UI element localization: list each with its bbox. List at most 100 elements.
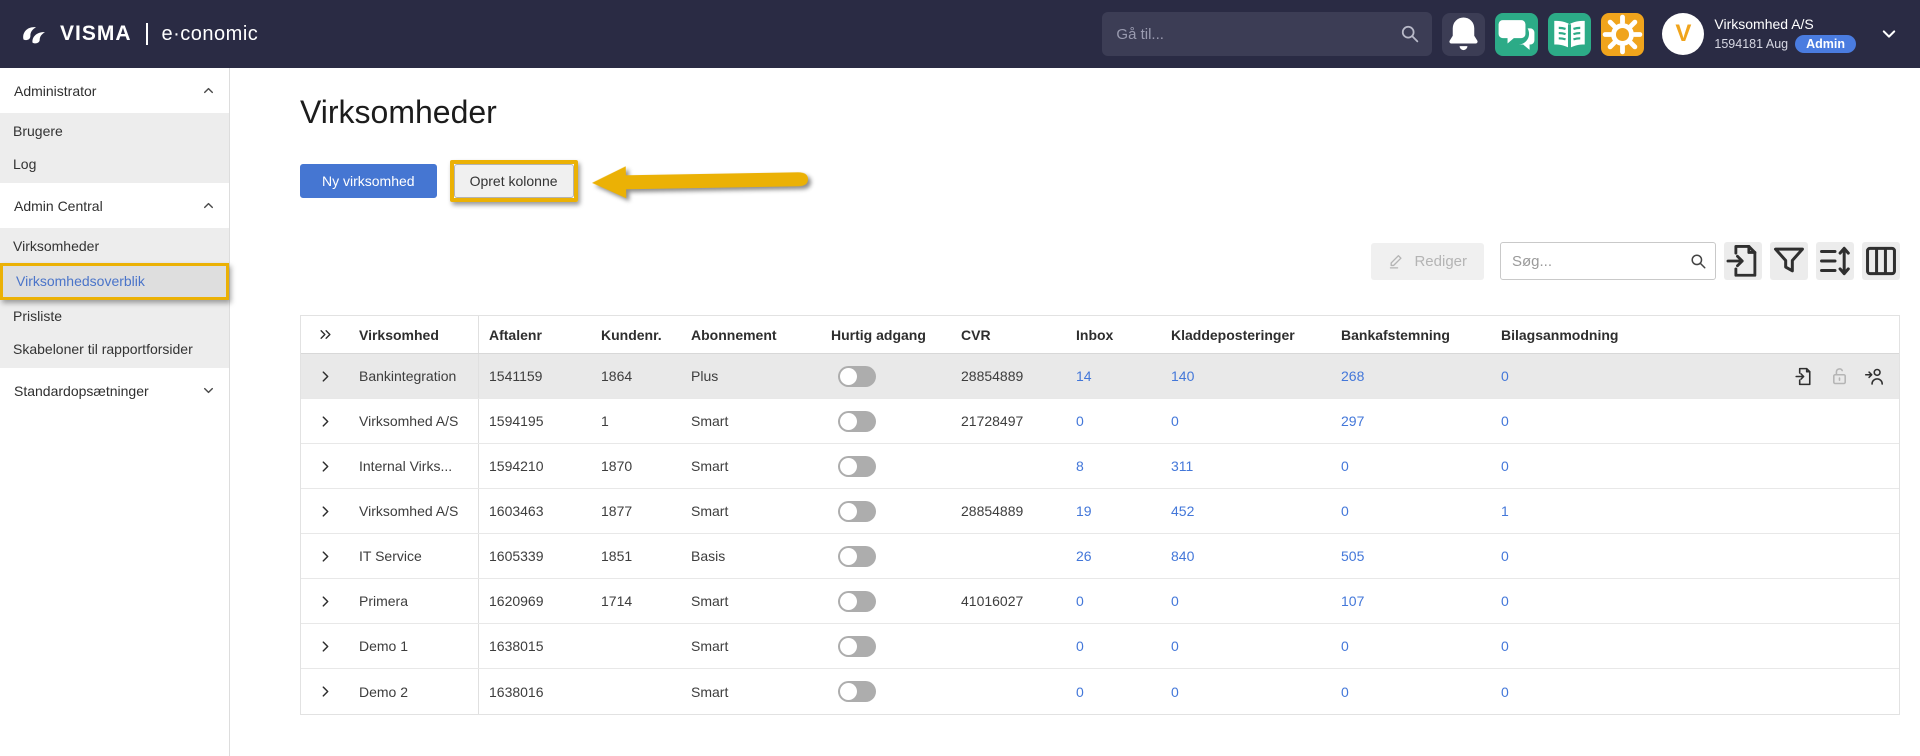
hurtig-adgang-toggle[interactable] — [838, 456, 876, 477]
bilagsanmodning-link[interactable]: 1 — [1501, 503, 1509, 519]
lock-icon[interactable] — [1829, 366, 1850, 387]
hurtig-adgang-toggle[interactable] — [838, 366, 876, 387]
cell-bilagsanmodning: 1 — [1491, 503, 1621, 519]
kladdeposteringer-link[interactable]: 0 — [1171, 413, 1179, 429]
hurtig-adgang-toggle[interactable] — [838, 681, 876, 702]
bilagsanmodning-link[interactable]: 0 — [1501, 458, 1509, 474]
bilagsanmodning-link[interactable]: 0 — [1501, 368, 1509, 384]
chevron-right-icon[interactable] — [318, 549, 333, 564]
chevron-right-icon[interactable] — [318, 594, 333, 609]
rediger-label: Rediger — [1414, 253, 1467, 270]
ny-virksomhed-button[interactable]: Ny virksomhed — [300, 164, 437, 198]
hurtig-adgang-toggle[interactable] — [838, 591, 876, 612]
bilagsanmodning-link[interactable]: 0 — [1501, 684, 1509, 700]
table-row[interactable]: IT Service16053391851Basis268405050 — [301, 534, 1899, 579]
kladdeposteringer-link[interactable]: 0 — [1171, 638, 1179, 654]
chevron-right-icon[interactable] — [318, 504, 333, 519]
inbox-link[interactable]: 8 — [1076, 458, 1084, 474]
double-chevron-icon[interactable] — [318, 327, 333, 342]
sidebar-header-label: Administrator — [14, 83, 96, 99]
bankafstemning-link[interactable]: 0 — [1341, 638, 1349, 654]
row-height-button[interactable] — [1816, 242, 1854, 280]
table-search-input[interactable] — [1500, 242, 1716, 280]
sidebar-item-brugere[interactable]: Brugere — [0, 115, 229, 148]
table-row[interactable]: Demo 21638016Smart0000 — [301, 669, 1899, 714]
sidebar-item-prisliste[interactable]: Prisliste — [0, 300, 229, 333]
table-row[interactable]: Virksomhed A/S15941951Smart2172849700297… — [301, 399, 1899, 444]
avatar: V — [1662, 13, 1704, 55]
cell-aftalenr: 1603463 — [479, 503, 591, 519]
cell-hurtig-adgang — [821, 591, 951, 612]
bilagsanmodning-link[interactable]: 0 — [1501, 413, 1509, 429]
export-button[interactable] — [1724, 242, 1762, 280]
sidebar-item-skabeloner-til-rapportforsider[interactable]: Skabeloner til rapportforsider — [0, 333, 229, 366]
table-row[interactable]: Virksomhed A/S16034631877Smart2885488919… — [301, 489, 1899, 534]
account-menu[interactable]: V Virksomhed A/S 1594181 Aug Admin — [1662, 13, 1856, 55]
settings-button[interactable] — [1601, 13, 1644, 56]
global-search-input[interactable] — [1102, 12, 1432, 56]
hurtig-adgang-toggle[interactable] — [838, 501, 876, 522]
chevron-right-icon[interactable] — [318, 369, 333, 384]
inbox-link[interactable]: 0 — [1076, 638, 1084, 654]
kladdeposteringer-link[interactable]: 0 — [1171, 593, 1179, 609]
inbox-link[interactable]: 0 — [1076, 593, 1084, 609]
kladdeposteringer-link[interactable]: 840 — [1171, 548, 1194, 564]
cell-kladdeposteringer: 840 — [1161, 548, 1331, 564]
chevron-right-icon[interactable] — [318, 414, 333, 429]
hurtig-adgang-toggle[interactable] — [838, 546, 876, 567]
sidebar-header-admin-central[interactable]: Admin Central — [0, 183, 229, 228]
file-import-icon[interactable] — [1794, 366, 1815, 387]
table-row[interactable]: Primera16209691714Smart41016027001070 — [301, 579, 1899, 624]
expand-row-cell — [301, 549, 349, 564]
kladdeposteringer-link[interactable]: 140 — [1171, 368, 1194, 384]
pencil-icon — [1388, 253, 1405, 270]
table-row[interactable]: Bankintegration15411591864Plus2885488914… — [301, 354, 1899, 399]
chevron-down-icon[interactable] — [1880, 25, 1898, 43]
bilagsanmodning-link[interactable]: 0 — [1501, 548, 1509, 564]
hurtig-adgang-toggle[interactable] — [838, 411, 876, 432]
search-icon[interactable] — [1689, 252, 1707, 270]
bankafstemning-link[interactable]: 505 — [1341, 548, 1364, 564]
bankafstemning-link[interactable]: 297 — [1341, 413, 1364, 429]
sidebar-header-label: Standardopsætninger — [14, 383, 149, 399]
inbox-link[interactable]: 0 — [1076, 684, 1084, 700]
columns-button[interactable] — [1862, 242, 1900, 280]
kladdeposteringer-link[interactable]: 0 — [1171, 684, 1179, 700]
table-row[interactable]: Demo 11638015Smart0000 — [301, 624, 1899, 669]
chevron-right-icon[interactable] — [318, 684, 333, 699]
notifications-button[interactable] — [1442, 13, 1485, 56]
bankafstemning-link[interactable]: 0 — [1341, 503, 1349, 519]
expand-row-cell — [301, 504, 349, 519]
filter-button[interactable] — [1770, 242, 1808, 280]
hurtig-adgang-toggle[interactable] — [838, 636, 876, 657]
bankafstemning-link[interactable]: 268 — [1341, 368, 1364, 384]
table-row[interactable]: Internal Virks...15942101870Smart831100 — [301, 444, 1899, 489]
bankafstemning-link[interactable]: 107 — [1341, 593, 1364, 609]
cell-aftalenr: 1594210 — [479, 458, 591, 474]
bankafstemning-link[interactable]: 0 — [1341, 458, 1349, 474]
inbox-link[interactable]: 19 — [1076, 503, 1092, 519]
inbox-link[interactable]: 14 — [1076, 368, 1092, 384]
kladdeposteringer-link[interactable]: 452 — [1171, 503, 1194, 519]
rediger-button[interactable]: Rediger — [1371, 243, 1484, 280]
sidebar-header-administrator[interactable]: Administrator — [0, 68, 229, 113]
sidebar-header-standardopsætninger[interactable]: Standardopsætninger — [0, 368, 229, 413]
chevron-right-icon[interactable] — [318, 459, 333, 474]
user-switch-icon[interactable] — [1864, 366, 1885, 387]
cell-kladdeposteringer: 0 — [1161, 413, 1331, 429]
sidebar-item-log[interactable]: Log — [0, 148, 229, 181]
bilagsanmodning-link[interactable]: 0 — [1501, 593, 1509, 609]
bilagsanmodning-link[interactable]: 0 — [1501, 638, 1509, 654]
bankafstemning-link[interactable]: 0 — [1341, 684, 1349, 700]
sidebar-item-virksomhedsoverblik[interactable]: Virksomhedsoverblik — [0, 263, 229, 300]
kladdeposteringer-link[interactable]: 311 — [1171, 458, 1193, 474]
sidebar-item-virksomheder[interactable]: Virksomheder — [0, 230, 229, 263]
inbox-link[interactable]: 26 — [1076, 548, 1092, 564]
chevron-right-icon[interactable] — [318, 639, 333, 654]
column-header-hurtig-adgang: Hurtig adgang — [821, 327, 951, 343]
inbox-link[interactable]: 0 — [1076, 413, 1084, 429]
chat-button[interactable] — [1495, 13, 1538, 56]
opret-kolonne-button[interactable]: Opret kolonne — [454, 164, 574, 198]
search-icon[interactable] — [1399, 23, 1420, 44]
help-book-button[interactable] — [1548, 13, 1591, 56]
